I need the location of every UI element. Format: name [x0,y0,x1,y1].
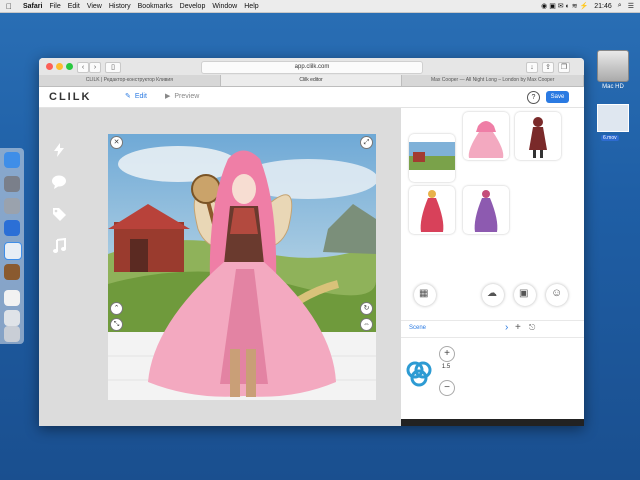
menu-window[interactable]: Window [212,3,237,10]
zoom-control: + 1.5 − [439,346,455,396]
zoom-value: 1.5 [441,364,451,370]
tag-icon[interactable] [51,206,67,222]
document-icon[interactable] [4,290,20,306]
save-button[interactable]: Save [546,91,569,103]
quicktime-icon[interactable] [4,220,20,236]
asset-panel: ▦ ☁ ▣ ☺ Scene › + ⎋ + 1.5 − ✕ [401,108,584,426]
add-scene-button[interactable]: + [515,322,521,333]
clilk-logo[interactable]: CLILK [49,91,91,103]
canvas-area: ✕ ⤢ ⌃ ⤡ ↻ ⇔ [81,108,401,426]
hard-drive-icon[interactable] [597,50,629,82]
minimize-window-button[interactable] [56,63,63,70]
downloads-button[interactable]: ↓ [526,62,538,73]
notification-center-icon[interactable]: ☰ [628,2,634,10]
close-window-button[interactable] [46,63,53,70]
address-bar[interactable]: app.clilk.com [201,61,423,74]
photo-app-icon[interactable] [4,264,20,280]
background-images-button[interactable]: ▣ [514,284,536,306]
menu-bookmarks[interactable]: Bookmarks [138,3,173,10]
movie-file-label: 6.mov [601,135,619,141]
tab-clilk-editor[interactable]: Clilk editor [220,75,403,86]
zoom-out-button[interactable]: − [439,380,455,396]
tab-bar: CLILK | Редактор-конструктор Кливия Clil… [39,75,584,87]
asset-character-red-gown[interactable] [409,186,455,234]
rotate-handle[interactable]: ↻ [360,302,373,315]
menu-view[interactable]: View [87,3,102,10]
asset-character-purple-gown[interactable] [463,186,509,234]
trash-icon[interactable] [4,326,20,342]
pencil-icon: ✎ [125,93,131,100]
sidebar-button[interactable]: ▯ [105,62,121,73]
menu-safari[interactable]: Safari [23,3,42,10]
scene-stage[interactable]: ✕ ⤢ ⌃ ⤡ ↻ ⇔ [108,134,376,400]
edit-label: Edit [134,92,147,100]
help-button[interactable]: ? [527,91,540,104]
image-icon: ▣ [519,288,529,299]
clilk-knot-icon [406,361,432,387]
status-icons[interactable]: ◉ ▣ ✉ ◐ ≋ ⚡ [541,2,588,10]
launchpad-icon[interactable] [4,176,20,192]
safari-window: ‹ › ▯ app.clilk.com ↓ ⇪ ❐ CLILK | Редакт… [39,58,584,426]
tab-max-cooper[interactable]: Max Cooper — All Night Long – London by … [402,75,584,86]
app-header: CLILK ✎ Edit ▶ Preview ? Save [39,87,584,108]
remove-object-button[interactable]: ✕ [110,136,123,149]
status-strip [401,419,584,426]
chevron-right-icon[interactable]: › [505,322,508,333]
menubar-clock[interactable]: 21:46 [594,3,612,10]
play-icon: ▶ [165,93,171,100]
apple-menu-icon[interactable]:  [6,2,16,11]
characters-button[interactable]: ☺ [546,284,568,306]
share-button[interactable]: ⇪ [542,62,554,73]
character-thumbnail-4 [474,190,498,232]
tabs-overview-button[interactable]: ❐ [558,62,570,73]
asset-character-pink-dress[interactable] [463,112,509,160]
finder-icon[interactable] [4,152,20,168]
upload-button[interactable]: ☁ [482,284,504,306]
hard-drive-label: Mac HD [602,84,624,90]
safari-icon[interactable] [4,242,22,260]
menu-history[interactable]: History [109,3,131,10]
bring-forward-button[interactable]: ⌃ [110,302,123,315]
menu-help[interactable]: Help [244,3,258,10]
browser-toolbar: ‹ › ▯ app.clilk.com ↓ ⇪ ❐ [39,58,584,75]
asset-background-farm[interactable] [409,134,455,182]
asset-character-dark-dress[interactable] [515,112,561,160]
resize-handle-bottom-left[interactable]: ⤡ [110,318,123,331]
speech-bubble-icon[interactable] [51,174,67,190]
menu-edit[interactable]: Edit [68,3,80,10]
smiley-icon: ☺ [551,287,563,299]
character-thumbnail-2 [529,117,547,158]
music-note-icon[interactable] [51,238,67,254]
menu-file[interactable]: File [49,3,60,10]
scene-options-icon[interactable]: ⎋ [529,323,535,333]
preview-mode-button[interactable]: ▶ Preview [165,92,200,101]
downloads-icon[interactable] [4,310,20,326]
farm-thumbnail [409,142,455,170]
edit-mode-button[interactable]: ✎ Edit [125,92,147,101]
movie-file-icon[interactable] [597,104,629,132]
character-thumbnail-1 [468,121,504,158]
flip-handle[interactable]: ⇔ [360,318,373,331]
system-preferences-icon[interactable] [4,198,20,214]
image-gallery-button[interactable]: ▦ [414,284,436,306]
tab-clilk-constructor[interactable]: CLILK | Редактор-конструктор Кливия [39,75,221,86]
character-thumbnail-3 [420,190,444,232]
maximize-window-button[interactable] [66,63,73,70]
macos-menu-bar:  Safari File Edit View History Bookmark… [0,0,640,13]
lightning-icon[interactable] [51,142,67,158]
back-button[interactable]: ‹ [77,62,89,73]
preview-label: Preview [174,92,200,100]
forward-button[interactable]: › [89,62,101,73]
resize-handle-top-right[interactable]: ⤢ [360,136,373,149]
menu-develop[interactable]: Develop [180,3,206,10]
cloud-upload-icon: ☁ [487,288,497,299]
tool-column [39,108,81,426]
dock [0,148,24,344]
scene-bar: Scene › + ⎋ [401,320,584,338]
scene-label[interactable]: Scene [409,325,426,331]
scene-illustration [108,134,376,400]
photos-icon: ▦ [419,288,429,299]
zoom-in-button[interactable]: + [439,346,455,362]
search-icon[interactable]: ⌕ [618,2,622,10]
